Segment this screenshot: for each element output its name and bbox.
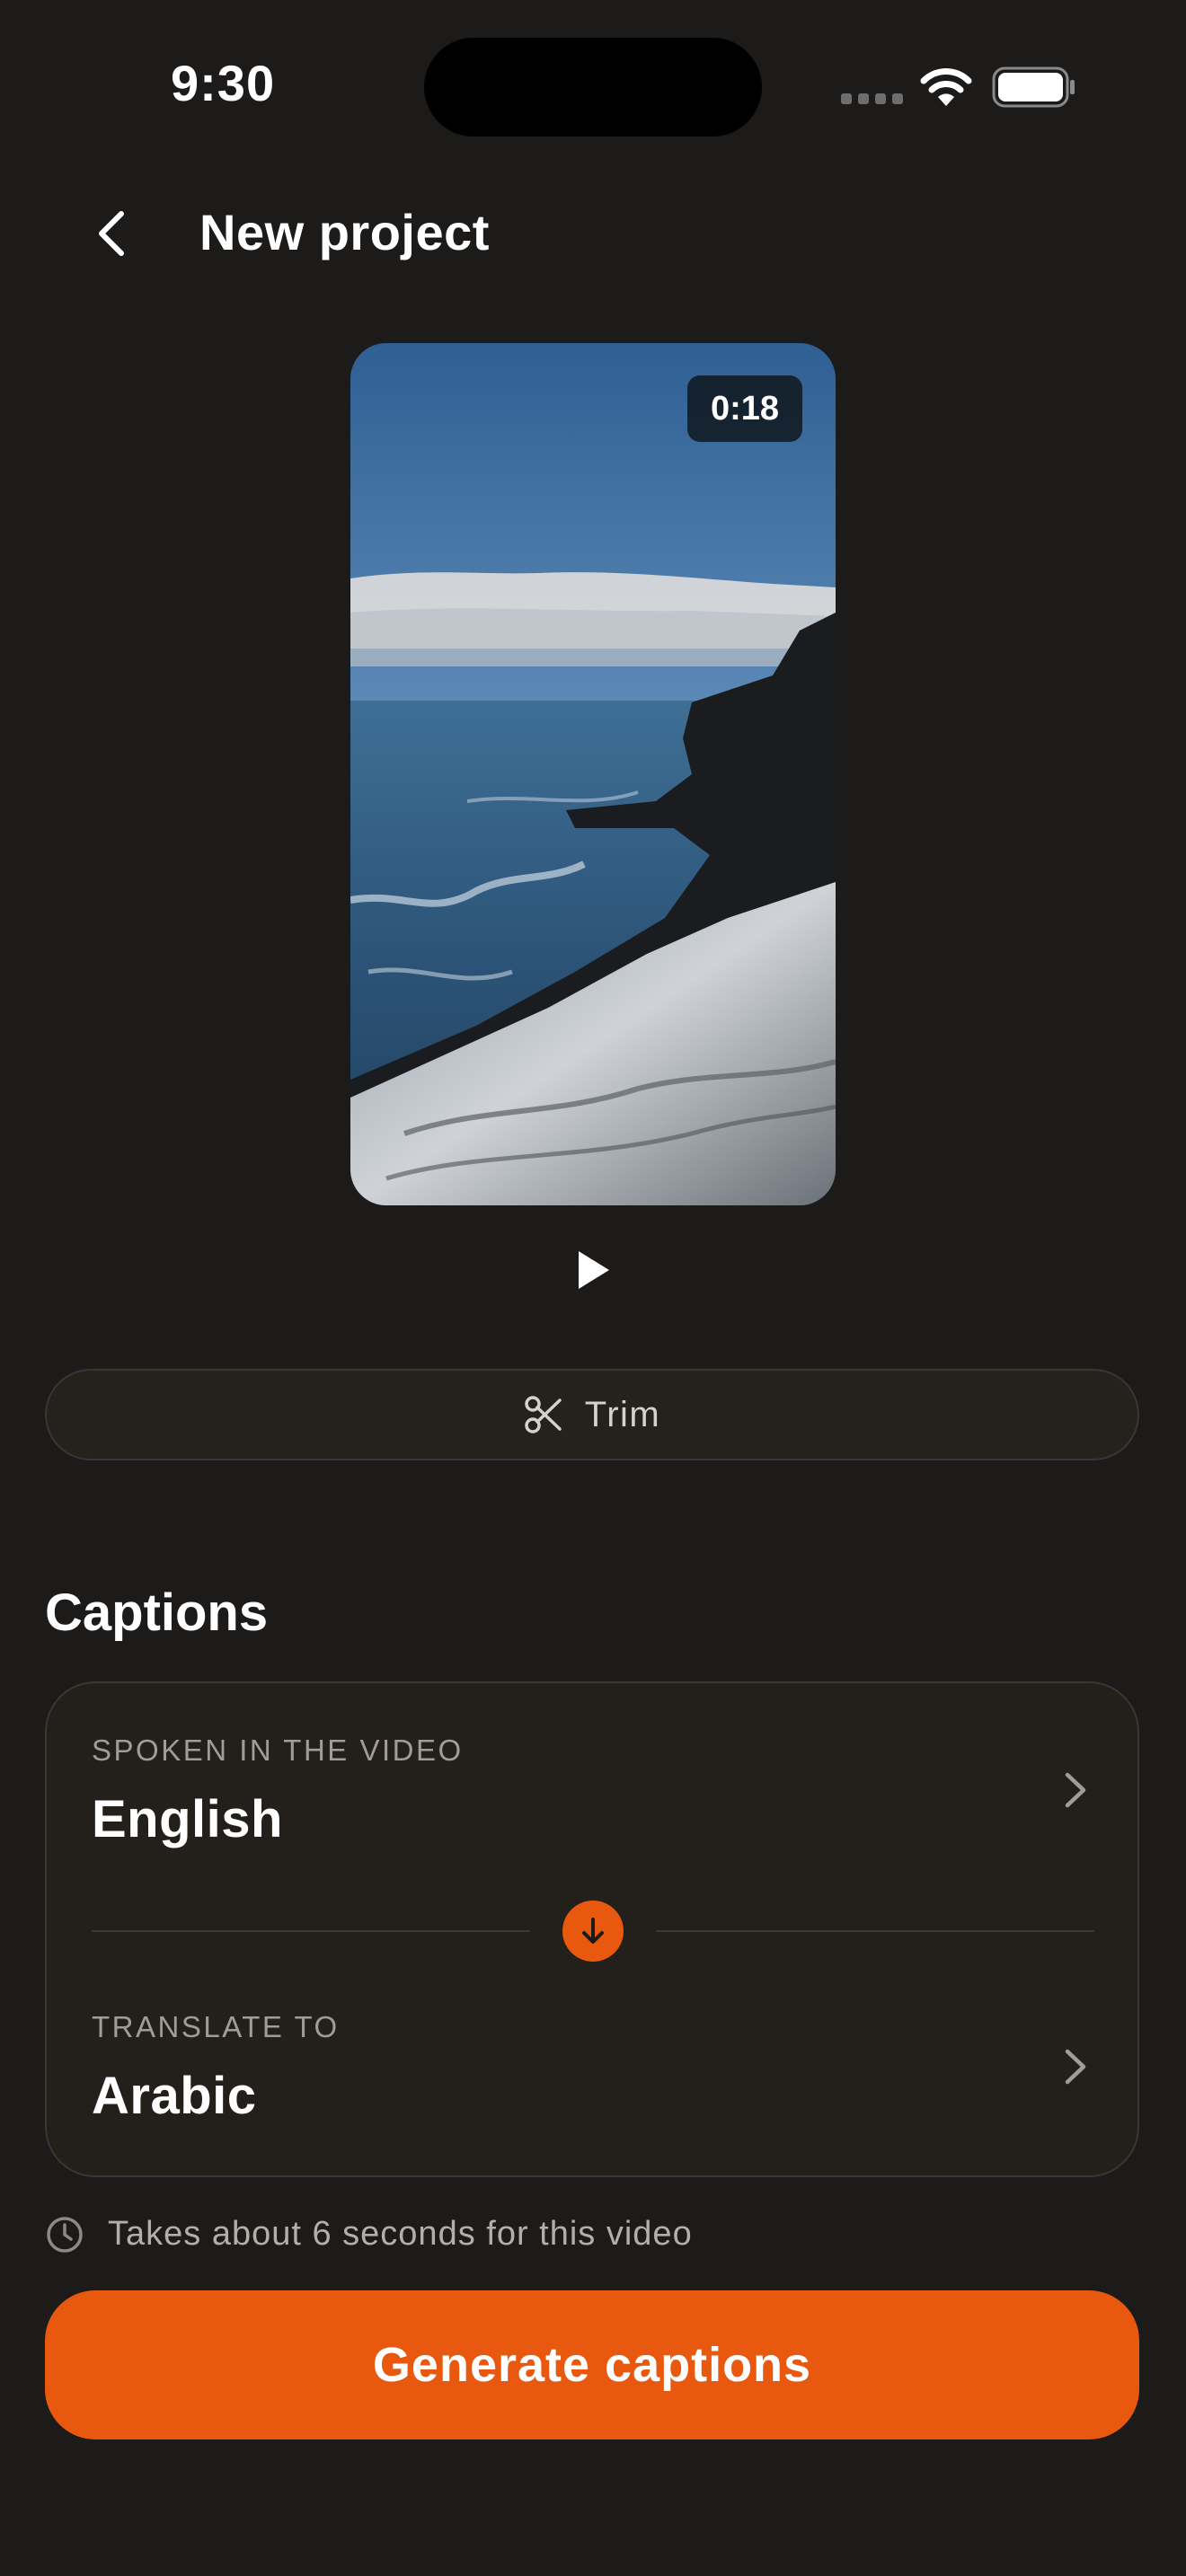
wifi-icon (920, 68, 972, 106)
translate-language-value: Arabic (92, 2067, 257, 2125)
back-button[interactable] (83, 199, 140, 268)
play-icon (579, 1251, 609, 1289)
divider (656, 1930, 1094, 1932)
chevron-left-icon (99, 211, 124, 256)
scissors-icon (525, 1396, 562, 1434)
divider (92, 1930, 530, 1932)
cellular-signal-icon (841, 93, 903, 104)
play-button[interactable] (566, 1243, 620, 1297)
chevron-right-icon (1065, 2049, 1086, 2085)
chevron-right-icon (1065, 1772, 1086, 1808)
video-preview[interactable] (350, 343, 836, 1205)
clock-icon (47, 2217, 83, 2253)
dynamic-island (424, 38, 762, 137)
arrow-down-icon (582, 1918, 604, 1944)
trim-label: Trim (584, 1394, 661, 1434)
generate-captions-button[interactable]: Generate captions (45, 2290, 1139, 2439)
trim-button[interactable]: Trim (45, 1369, 1139, 1460)
duration-badge: 0:18 (687, 375, 802, 442)
swap-languages-button[interactable] (562, 1901, 624, 1962)
video-thumbnail (350, 343, 836, 1205)
status-bar-time: 9:30 (171, 55, 276, 111)
captions-heading: Captions (45, 1584, 269, 1642)
page-title: New project (199, 204, 490, 260)
spoken-language-value: English (92, 1790, 283, 1848)
spoken-language-label: SPOKEN IN THE VIDEO (92, 1734, 464, 1767)
battery-icon (992, 66, 1075, 108)
time-estimate: Takes about 6 seconds for this video (108, 2215, 693, 2253)
translate-language-label: TRANSLATE TO (92, 2010, 340, 2043)
